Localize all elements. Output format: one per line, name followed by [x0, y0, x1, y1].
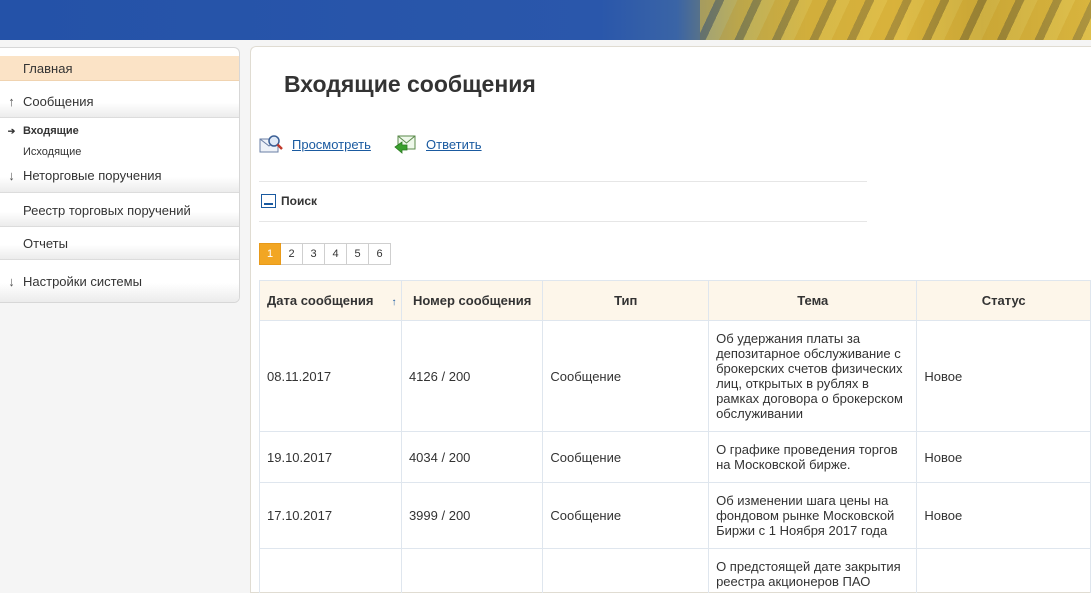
sidebar-item-trade-orders-registry[interactable]: Реестр торговых поручений — [0, 194, 239, 227]
topic-line: лиц, открытых в рублях в — [716, 376, 869, 391]
topic-line: обслуживании — [716, 406, 803, 421]
sidebar: Главная ↑ Сообщения ➔ Входящие Исходящие… — [0, 47, 240, 303]
page-title: Входящие сообщения — [284, 71, 536, 97]
topic-line: на Московской бирже. — [716, 457, 851, 472]
search-toggle[interactable]: Поиск — [261, 194, 317, 208]
topic-line: Об удержания платы за — [716, 331, 861, 346]
arrow-up-icon: ↑ — [8, 93, 15, 109]
column-header-status[interactable]: Статус — [916, 280, 1091, 321]
topic-line: О графике проведения торгов — [716, 442, 898, 457]
cell-status: Новое — [916, 431, 1091, 483]
sort-ascending-icon: ↑ — [391, 297, 397, 308]
cell-status: Новое — [916, 320, 1091, 432]
sidebar-subitem-outbox[interactable]: Исходящие — [0, 146, 81, 158]
page-button-5[interactable]: 5 — [347, 243, 369, 265]
column-header-type[interactable]: Тип — [542, 280, 710, 321]
sidebar-item-label: Настройки системы — [23, 273, 142, 289]
cell-date: 17.10.2017 — [259, 482, 402, 549]
main-panel: Входящие сообщения Просмотреть Ответить … — [250, 46, 1091, 593]
sidebar-item-messages[interactable]: ↑ Сообщения — [0, 85, 239, 118]
reply-envelope-icon — [393, 132, 417, 156]
page-button-4[interactable]: 4 — [325, 243, 347, 265]
table-row[interactable]: 19.10.2017 4034 / 200 Сообщение О график… — [259, 431, 1091, 483]
collapse-icon — [261, 194, 276, 208]
topic-line: реестра акционеров ПАО — [716, 574, 871, 589]
search-label: Поиск — [281, 194, 318, 208]
cell-number: 3999 / 200 — [400, 482, 544, 549]
sidebar-subitem-label: Исходящие — [23, 146, 82, 158]
divider — [259, 181, 867, 182]
sidebar-subitem-label: Входящие — [23, 125, 79, 137]
column-header-number[interactable]: Номер сообщения — [400, 280, 544, 321]
page: Главная ↑ Сообщения ➔ Входящие Исходящие… — [0, 0, 1091, 593]
table-header-row: Дата сообщения ↑ Номер сообщения Тип Тема… — [259, 280, 1091, 321]
cell-date: 19.10.2017 — [259, 431, 402, 483]
sidebar-item-non-trade-orders[interactable]: ↓ Неторговые поручения — [0, 158, 239, 193]
cell-number: 4126 / 200 — [400, 320, 544, 432]
view-button-label: Просмотреть — [292, 136, 371, 152]
sidebar-item-label: Отчеты — [23, 235, 68, 251]
topic-line: О предстоящей дате закрытия — [716, 559, 901, 574]
sidebar-item-reports[interactable]: Отчеты — [0, 227, 239, 260]
topic-line: депозитарное обслуживание с — [716, 346, 901, 361]
divider — [259, 221, 867, 222]
column-header-date[interactable]: Дата сообщения ↑ — [259, 280, 402, 321]
banner-foliage-image — [700, 0, 1091, 40]
cell-type: Сообщение — [542, 431, 710, 483]
arrow-right-icon: ➔ — [7, 125, 16, 136]
cell-type — [542, 548, 710, 593]
topic-line: Биржи с 1 Ноября 2017 года — [716, 523, 888, 538]
pagination: 1 2 3 4 5 6 — [259, 243, 391, 265]
reply-button-label: Ответить — [426, 136, 482, 152]
sidebar-subitem-inbox[interactable]: ➔ Входящие — [0, 125, 79, 137]
envelope-search-icon — [259, 132, 283, 156]
cell-topic: О графике проведения торгов на Московско… — [708, 431, 918, 483]
topic-line: брокерских счетов физических — [716, 361, 903, 376]
sidebar-item-label: Неторговые поручения — [23, 167, 162, 183]
column-header-topic[interactable]: Тема — [708, 280, 918, 321]
page-button-6[interactable]: 6 — [369, 243, 391, 265]
reply-button[interactable]: Ответить — [393, 132, 482, 156]
sidebar-item-system-settings[interactable]: ↓ Настройки системы — [0, 260, 239, 302]
messages-table: Дата сообщения ↑ Номер сообщения Тип Тема… — [259, 280, 1091, 593]
sidebar-item-label: Главная — [23, 60, 73, 76]
cell-topic: Об удержания платы за депозитарное обслу… — [708, 320, 918, 432]
sidebar-item-label: Сообщения — [23, 93, 94, 109]
cell-number: 4034 / 200 — [400, 431, 544, 483]
table-row[interactable]: 17.10.2017 3999 / 200 Сообщение Об измен… — [259, 482, 1091, 549]
cell-status — [916, 548, 1091, 593]
topic-line: фондовом рынке Московской — [716, 508, 895, 523]
cell-topic: Об изменении шага цены на фондовом рынке… — [708, 482, 918, 549]
topic-line: Об изменении шага цены на — [716, 493, 889, 508]
view-button[interactable]: Просмотреть — [259, 132, 371, 156]
cell-date — [259, 548, 402, 593]
arrow-down-icon: ↓ — [8, 273, 15, 289]
page-button-3[interactable]: 3 — [303, 243, 325, 265]
cell-number — [400, 548, 544, 593]
arrow-down-icon: ↓ — [8, 167, 15, 183]
column-header-label: Дата сообщения — [267, 293, 374, 308]
sidebar-item-home[interactable]: Главная — [0, 56, 239, 81]
table-row[interactable]: О предстоящей дате закрытия реестра акци… — [259, 548, 1091, 593]
cell-type: Сообщение — [542, 320, 710, 432]
page-button-1[interactable]: 1 — [259, 243, 281, 265]
cell-date: 08.11.2017 — [259, 320, 402, 432]
cell-type: Сообщение — [542, 482, 710, 549]
cell-topic: О предстоящей дате закрытия реестра акци… — [708, 548, 918, 593]
page-button-2[interactable]: 2 — [281, 243, 303, 265]
header-banner — [0, 0, 1091, 40]
cell-status: Новое — [916, 482, 1091, 549]
topic-line: рамках договора о брокерском — [716, 391, 903, 406]
table-row[interactable]: 08.11.2017 4126 / 200 Сообщение Об удерж… — [259, 320, 1091, 432]
sidebar-item-label: Реестр торговых поручений — [23, 202, 191, 218]
